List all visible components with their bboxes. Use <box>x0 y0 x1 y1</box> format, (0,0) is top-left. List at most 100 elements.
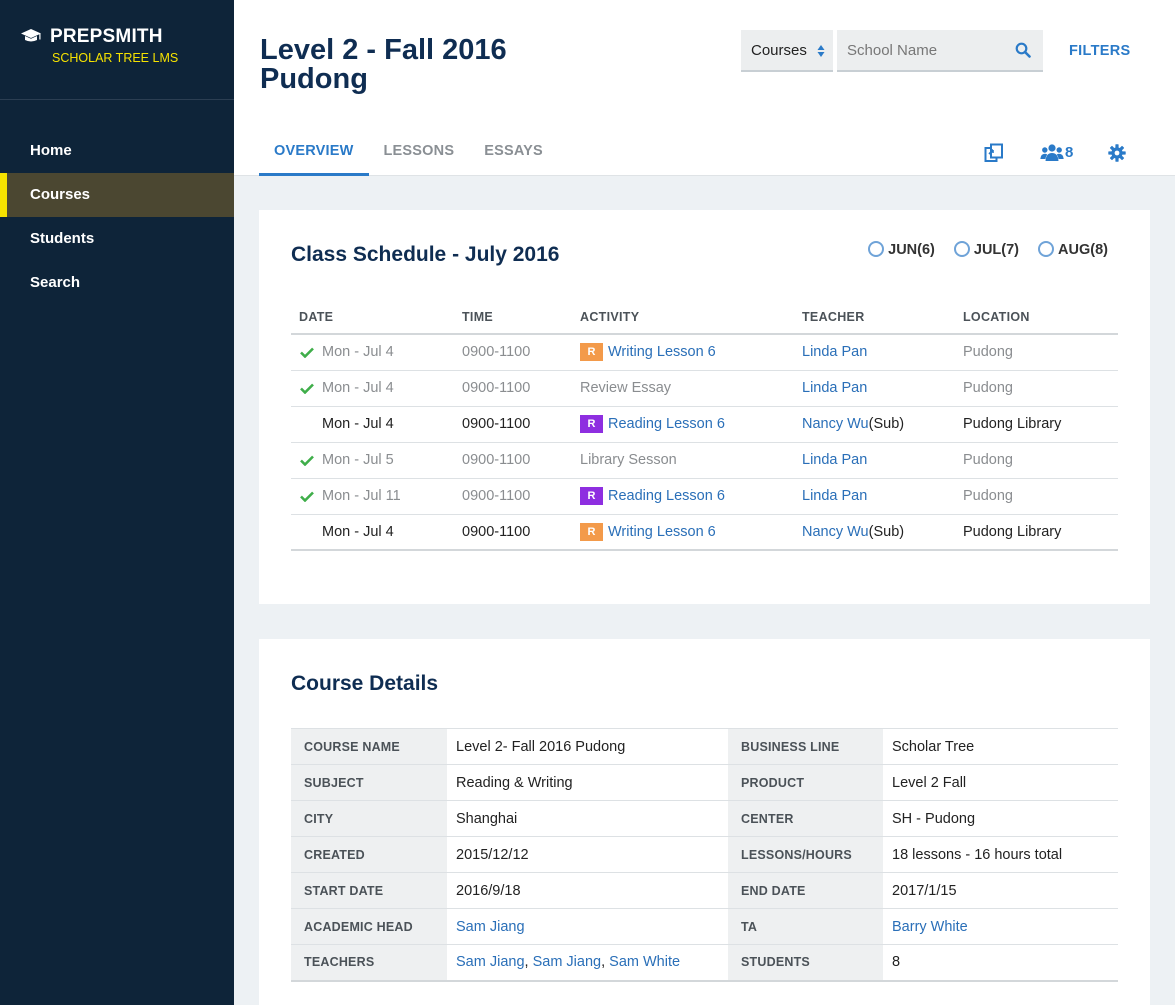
column-header-time: TIME <box>454 300 572 335</box>
table-row: Mon - Jul 4 0900-1100 R Writing Lesson 6 … <box>291 334 1118 371</box>
field-value: Sam Jiang <box>447 908 728 945</box>
sidebar-item-home[interactable]: Home <box>0 129 234 173</box>
row-date: Mon - Jul 4 <box>291 370 454 407</box>
sidebar: PREPSMITH SCHOLAR TREE LMS Home Courses … <box>0 0 234 1005</box>
row-date: Mon - Jul 4 <box>291 406 454 443</box>
field-label: CENTER <box>728 800 883 837</box>
teacher-link[interactable]: Sam White <box>609 954 680 970</box>
teacher-link[interactable]: Linda Pan <box>802 452 867 468</box>
page-header: Level 2 - Fall 2016 Pudong Courses FILTE… <box>234 0 1175 176</box>
month-option-aug[interactable]: AUG(8) <box>1038 241 1108 258</box>
row-time: 0900-1100 <box>454 442 572 479</box>
field-label: START DATE <box>291 872 447 909</box>
activity-link[interactable]: Reading Lesson 6 <box>608 488 725 504</box>
teacher-link[interactable]: Sam Jiang <box>456 954 525 970</box>
search-icon[interactable] <box>1015 42 1031 58</box>
date-text: Mon - Jul 4 <box>322 380 394 396</box>
row-date: Mon - Jul 4 <box>291 334 454 371</box>
academic-head-link[interactable]: Sam Jiang <box>456 919 525 935</box>
column-header-teacher: TEACHER <box>794 300 955 335</box>
teacher-link[interactable]: Linda Pan <box>802 380 867 396</box>
row-time: 0900-1100 <box>454 406 572 443</box>
schedule-title: Class Schedule - July 2016 <box>291 243 560 266</box>
table-row: ACADEMIC HEAD Sam Jiang TA Barry White <box>291 908 1118 945</box>
activity-link[interactable]: Reading Lesson 6 <box>608 416 725 432</box>
schedule-table: DATE TIME ACTIVITY TEACHER LOCATION Mon … <box>291 300 1118 551</box>
lesson-badge: R <box>580 522 603 541</box>
field-label: SUBJECT <box>291 764 447 801</box>
course-details-card: Course Details COURSE NAME Level 2- Fall… <box>259 639 1150 1005</box>
row-location: Pudong Library <box>955 514 1118 551</box>
sidebar-item-courses[interactable]: Courses <box>0 173 234 217</box>
check-icon <box>300 455 314 466</box>
teacher-link[interactable]: Linda Pan <box>802 344 867 360</box>
field-value: Barry White <box>883 908 1118 945</box>
row-time: 0900-1100 <box>454 334 572 371</box>
tab-lessons[interactable]: LESSONS <box>369 143 470 176</box>
field-label: LESSONS/HOURS <box>728 836 883 873</box>
brand[interactable]: PREPSMITH SCHOLAR TREE LMS <box>0 0 234 100</box>
row-date: Mon - Jul 4 <box>291 514 454 551</box>
row-activity: R Writing Lesson 6 <box>572 514 794 551</box>
details-table: COURSE NAME Level 2- Fall 2016 Pudong BU… <box>291 728 1118 982</box>
month-option-jul[interactable]: JUL(7) <box>953 241 1020 258</box>
teacher-link[interactable]: Nancy Wu <box>802 416 869 432</box>
field-label: STUDENTS <box>728 944 883 982</box>
ta-link[interactable]: Barry White <box>892 919 968 935</box>
field-value: 2015/12/12 <box>447 836 728 873</box>
column-header-activity: ACTIVITY <box>572 300 794 335</box>
brand-name: PREPSMITH <box>50 26 163 47</box>
teacher-link[interactable]: Nancy Wu <box>802 524 869 540</box>
tab-essays[interactable]: ESSAYS <box>469 143 558 176</box>
row-teacher: Linda Pan <box>794 478 955 515</box>
sidebar-item-students[interactable]: Students <box>0 217 234 261</box>
activity-link[interactable]: Writing Lesson 6 <box>608 524 716 540</box>
substitute-note: (Sub) <box>868 523 905 540</box>
field-value: Shanghai <box>447 800 728 837</box>
field-value: 8 <box>883 944 1118 982</box>
date-text: Mon - Jul 11 <box>322 488 401 504</box>
month-label: JUL(7) <box>973 242 1020 258</box>
row-activity: R Reading Lesson 6 <box>572 406 794 443</box>
field-value: Level 2 Fall <box>883 764 1118 801</box>
teacher-link[interactable]: Linda Pan <box>802 488 867 504</box>
row-time: 0900-1100 <box>454 478 572 515</box>
check-icon <box>300 491 314 502</box>
page-title: Level 2 - Fall 2016 Pudong <box>260 34 507 95</box>
check-icon <box>300 347 314 358</box>
school-name-input[interactable] <box>837 30 997 70</box>
field-label: COURSE NAME <box>291 728 447 765</box>
students-count-button[interactable]: 8 <box>1040 143 1088 163</box>
row-activity: R Writing Lesson 6 <box>572 334 794 371</box>
sidebar-item-search[interactable]: Search <box>0 261 234 305</box>
date-text: Mon - Jul 4 <box>322 523 394 540</box>
table-row: Mon - Jul 4 0900-1100 Review Essay Linda… <box>291 370 1118 407</box>
activity-link[interactable]: Writing Lesson 6 <box>608 344 716 360</box>
copy-icon[interactable] <box>984 143 1005 163</box>
tab-overview[interactable]: OVERVIEW <box>259 143 369 176</box>
users-icon <box>1040 144 1064 161</box>
row-activity: R Reading Lesson 6 <box>572 478 794 515</box>
field-value: Sam Jiang, Sam Jiang, Sam White <box>447 944 728 982</box>
brand-subtitle: SCHOLAR TREE LMS <box>52 51 179 65</box>
field-label: ACADEMIC HEAD <box>291 908 447 945</box>
table-row: Mon - Jul 4 0900-1100 R Reading Lesson 6 … <box>291 406 1118 443</box>
field-value: SH - Pudong <box>883 800 1118 837</box>
row-teacher: Linda Pan <box>794 334 955 371</box>
field-value: 2017/1/15 <box>883 872 1118 909</box>
row-location: Pudong <box>955 334 1118 371</box>
month-option-jun[interactable]: JUN(6) <box>868 241 935 258</box>
field-value: Reading & Writing <box>447 764 728 801</box>
radio-icon <box>868 241 885 257</box>
row-activity: Review Essay <box>572 370 794 407</box>
table-row: Mon - Jul 4 0900-1100 R Writing Lesson 6 … <box>291 514 1118 551</box>
gear-icon[interactable] <box>1108 144 1126 162</box>
teacher-link[interactable]: Sam Jiang <box>533 954 602 970</box>
table-row: COURSE NAME Level 2- Fall 2016 Pudong BU… <box>291 728 1118 765</box>
field-label: BUSINESS LINE <box>728 728 883 765</box>
scope-select[interactable]: Courses <box>741 30 833 72</box>
filters-button[interactable]: FILTERS <box>1069 43 1130 59</box>
table-row: TEACHERS Sam Jiang, Sam Jiang, Sam White… <box>291 944 1118 982</box>
field-value: 18 lessons - 16 hours total <box>883 836 1118 873</box>
separator: , <box>601 954 610 971</box>
